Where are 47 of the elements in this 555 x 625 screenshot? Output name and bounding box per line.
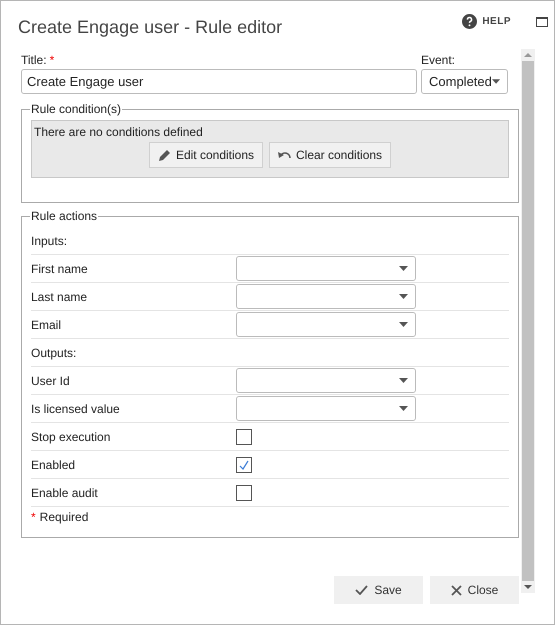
checkbox[interactable] <box>236 456 252 472</box>
section-label: Inputs: <box>31 234 68 248</box>
caret-icon <box>399 294 408 299</box>
help-button[interactable]: HELP <box>462 14 511 29</box>
field-label: Stop execution <box>31 430 112 444</box>
value-dropdown[interactable] <box>236 284 416 309</box>
required-note: Required <box>40 510 88 524</box>
value-dropdown[interactable] <box>236 256 416 281</box>
caret-icon <box>399 322 408 327</box>
field-label: Is licensed value <box>31 402 121 416</box>
field-label: User Id <box>31 374 71 388</box>
undo-icon <box>278 150 291 160</box>
required-mark: * <box>31 510 36 524</box>
caret-icon <box>399 378 408 383</box>
edit-conditions-button[interactable]: Edit conditions <box>148 142 263 168</box>
field-label: Enable audit <box>31 486 99 500</box>
close-icon <box>450 584 462 596</box>
field-label: Enabled <box>31 458 76 472</box>
check-icon <box>239 460 249 470</box>
checkbox[interactable] <box>236 484 252 500</box>
event-label: Event: <box>421 53 456 67</box>
value-dropdown[interactable] <box>236 312 416 337</box>
field-label: Last name <box>31 290 88 304</box>
required-mark: * <box>50 53 54 67</box>
pencil-icon <box>158 148 171 162</box>
maximize-icon[interactable] <box>536 17 548 27</box>
caret-icon <box>399 406 408 411</box>
title-label: Title: <box>21 53 47 67</box>
window-title: Create Engage user - Rule editor <box>18 17 284 38</box>
group-legend: Rule actions <box>30 209 98 223</box>
event-dropdown[interactable]: Completed <box>421 69 508 94</box>
section-label: Outputs: <box>31 346 78 360</box>
caret-icon <box>399 266 408 271</box>
group-legend: Rule condition(s) <box>30 102 122 116</box>
field-label: Email <box>31 318 62 332</box>
value-dropdown[interactable] <box>236 368 416 393</box>
save-button[interactable]: Save <box>334 576 423 604</box>
checkbox[interactable] <box>236 428 252 444</box>
value-dropdown[interactable] <box>236 396 416 421</box>
close-button[interactable]: Close <box>430 576 519 604</box>
caret-icon <box>492 79 500 84</box>
check-icon <box>355 585 368 595</box>
field-label: First name <box>31 262 89 276</box>
title-input[interactable]: Create Engage user <box>21 69 417 94</box>
no-conditions-message: There are no conditions defined <box>34 125 204 139</box>
clear-conditions-button[interactable]: Clear conditions <box>269 142 392 168</box>
help-icon <box>462 14 478 29</box>
